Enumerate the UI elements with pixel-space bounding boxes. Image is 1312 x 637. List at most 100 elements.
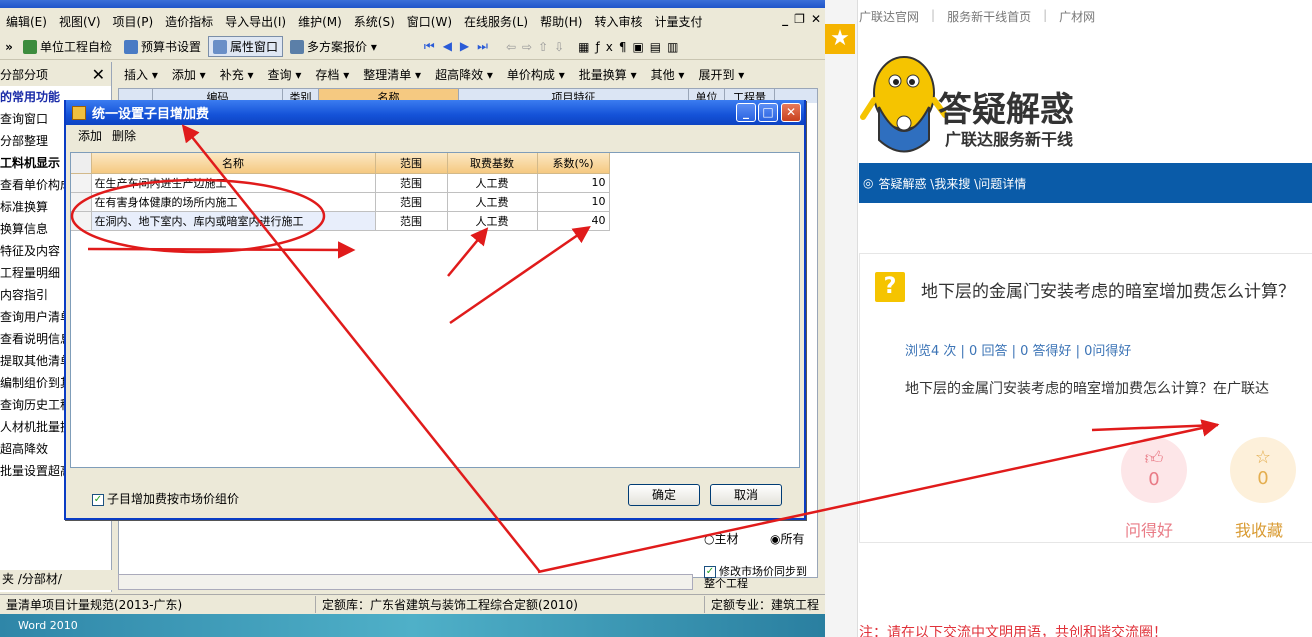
settings-icon	[124, 39, 139, 54]
radio-all-label: 所有	[780, 532, 805, 546]
menu-edit[interactable]: 编辑(E)	[0, 13, 53, 30]
multi-plan-quote-button[interactable]: 多方案报价 ▾	[285, 36, 382, 57]
menu-view[interactable]: 视图(V)	[53, 13, 107, 30]
table-row[interactable]: 在生产车间内进生产边施工 范围 人工费 10	[71, 173, 610, 193]
cell-rate[interactable]: 10	[537, 192, 610, 212]
top-nav: 广联达官网 | 服务新干线首页 | 广材网	[859, 8, 1096, 25]
budget-settings-button[interactable]: 预算书设置	[119, 36, 206, 57]
batch-convert-button[interactable]: 批量换算 ▾	[573, 65, 643, 84]
dialog-add-button[interactable]: 添加	[78, 127, 102, 145]
side-panel-header: 分部分项 ✕	[0, 62, 111, 86]
cell-base[interactable]: 人工费	[447, 173, 538, 193]
favorite-star-icon[interactable]: ★	[825, 24, 855, 54]
sync-market-price-label: 修改市场价同步到整个工程	[704, 565, 807, 590]
side-panel-tabs[interactable]: 夹 /分部材/	[0, 570, 112, 590]
unit-price-button[interactable]: 单价构成 ▾	[501, 65, 571, 84]
menu-window[interactable]: 窗口(W)	[401, 13, 458, 30]
cell-name[interactable]: 在生产车间内进生产边施工	[91, 173, 376, 193]
row-header[interactable]	[71, 192, 92, 212]
dialog-close-button[interactable]: ✕	[781, 103, 801, 122]
thumbs-up-icon: 👍︎	[1144, 448, 1164, 469]
market-price-checkbox[interactable]: ✓ 子目增加费按市场价组价	[92, 490, 239, 507]
toolbar-overflow-icon[interactable]: »	[0, 40, 18, 54]
favorite-button[interactable]: ☆ 0	[1230, 437, 1296, 503]
menu-system[interactable]: 系统(S)	[348, 13, 401, 30]
ok-button[interactable]: 确定	[628, 484, 700, 506]
move-arrows-icon[interactable]: ⇦⇨⇧⇩	[506, 40, 570, 54]
nav-link-official[interactable]: 广联达官网	[859, 8, 919, 25]
supplement-button[interactable]: 补充 ▾	[214, 65, 260, 84]
cancel-button[interactable]: 取消	[710, 484, 782, 506]
toolbar-tools-icon[interactable]: ▦ƒx¶▣▤▥	[578, 40, 684, 54]
organize-list-button[interactable]: 整理清单 ▾	[357, 65, 427, 84]
col-rate[interactable]: 系数(%)	[537, 153, 610, 174]
row-header-corner	[71, 153, 92, 174]
cell-name[interactable]: 在洞内、地下室内、库内或暗室内进行施工	[91, 211, 376, 231]
dialog-minimize-button[interactable]: _	[736, 103, 756, 122]
question-stats[interactable]: 浏览4 次 | 0 回答 | 0 答得好 | 0问得好	[905, 340, 1131, 359]
web-side-strip	[825, 0, 858, 637]
menu-online[interactable]: 在线服务(L)	[458, 13, 534, 30]
horizontal-scrollbar[interactable]	[118, 574, 693, 590]
radio-all[interactable]: ◉所有	[770, 530, 805, 547]
breadcrumb[interactable]: 答疑解惑 \我来搜 \问题详情	[878, 175, 1026, 192]
question-mark-icon: ?	[875, 272, 905, 302]
like-button[interactable]: 👍︎ 0	[1121, 437, 1187, 503]
menu-import-export[interactable]: 导入导出(I)	[219, 13, 292, 30]
menu-help[interactable]: 帮助(H)	[534, 13, 588, 30]
nav-arrows-icon[interactable]: ⏮◀▶⏭	[424, 39, 496, 54]
civility-notice: 注：请在以下交流中文明用语，共创和谐交流圈！	[859, 625, 1167, 637]
other-button[interactable]: 其他 ▾	[645, 65, 691, 84]
cell-base[interactable]: 人工费	[447, 192, 538, 212]
row-header[interactable]	[71, 211, 92, 231]
side-panel-title: 分部分项	[0, 67, 49, 82]
col-scope[interactable]: 范围	[375, 153, 448, 174]
query-button[interactable]: 查询 ▾	[262, 65, 308, 84]
question-title: 地下层的金属门安装考虑的暗室增加费怎么计算？	[921, 282, 1295, 302]
cell-name[interactable]: 在有害身体健康的场所内施工	[91, 192, 376, 212]
quote-icon	[290, 39, 305, 54]
cell-scope[interactable]: 范围	[375, 173, 448, 193]
close-button[interactable]: ✕	[811, 12, 821, 26]
nav-link-material[interactable]: 广材网	[1059, 8, 1095, 25]
insert-button[interactable]: 插入 ▾	[118, 65, 164, 84]
expand-to-button[interactable]: 展开到 ▾	[692, 65, 750, 84]
logo-title: 答疑解惑	[938, 90, 1074, 130]
row-header[interactable]	[71, 173, 92, 193]
property-window-label: 属性窗口	[230, 40, 279, 54]
breadcrumb-bar: ◎ 答疑解惑 \我来搜 \问题详情	[859, 163, 1312, 203]
sync-market-price-check[interactable]: ✓ 修改市场价同步到整个工程	[704, 566, 814, 590]
menu-cost-index[interactable]: 造价指标	[159, 13, 219, 30]
restore-button[interactable]: ❐	[794, 12, 805, 26]
cell-scope[interactable]: 范围	[375, 211, 448, 231]
menu-project[interactable]: 项目(P)	[107, 13, 160, 30]
self-check-label: 单位工程自检	[40, 40, 113, 54]
table-row[interactable]: 在洞内、地下室内、库内或暗室内进行施工 范围 人工费 40	[71, 211, 610, 231]
minimize-button[interactable]: _	[782, 12, 788, 26]
col-base[interactable]: 取费基数	[447, 153, 538, 174]
nav-link-service-home[interactable]: 服务新干线首页	[947, 8, 1031, 25]
cell-rate[interactable]: 10	[537, 173, 610, 193]
menu-maintain[interactable]: 维护(M)	[292, 13, 348, 30]
add-button[interactable]: 添加 ▾	[166, 65, 212, 84]
dialog-delete-button[interactable]: 删除	[112, 127, 136, 145]
cell-rate[interactable]: 40	[537, 211, 610, 231]
cell-scope[interactable]: 范围	[375, 192, 448, 212]
table-row[interactable]: 在有害身体健康的场所内施工 范围 人工费 10	[71, 192, 610, 212]
property-window-button[interactable]: 属性窗口	[208, 36, 284, 57]
table-header-row: 名称 范围 取费基数 系数(%)	[71, 153, 610, 174]
web-page: ★ 广联达官网 | 服务新干线首页 | 广材网 答疑解惑 广联达服务新干线 ◎ 答疑…	[825, 0, 1312, 637]
radio-main-material[interactable]: ○主材	[704, 530, 739, 547]
cell-base[interactable]: 人工费	[447, 211, 538, 231]
close-panel-icon[interactable]: ✕	[92, 65, 105, 84]
height-reduction-button[interactable]: 超高降效 ▾	[429, 65, 499, 84]
menu-payment[interactable]: 计量支付	[648, 13, 708, 30]
menu-audit[interactable]: 转入审核	[588, 13, 648, 30]
dialog-maximize-button[interactable]: □	[758, 103, 778, 122]
dialog-toolbar: 添加 删除	[70, 127, 136, 145]
archive-button[interactable]: 存档 ▾	[309, 65, 355, 84]
col-name[interactable]: 名称	[91, 153, 376, 174]
self-check-button[interactable]: 单位工程自检	[18, 36, 117, 57]
dialog-title-bar[interactable]: 统一设置子目增加费 _ □ ✕	[66, 100, 804, 125]
dialog-title: 统一设置子目增加费	[92, 107, 210, 122]
